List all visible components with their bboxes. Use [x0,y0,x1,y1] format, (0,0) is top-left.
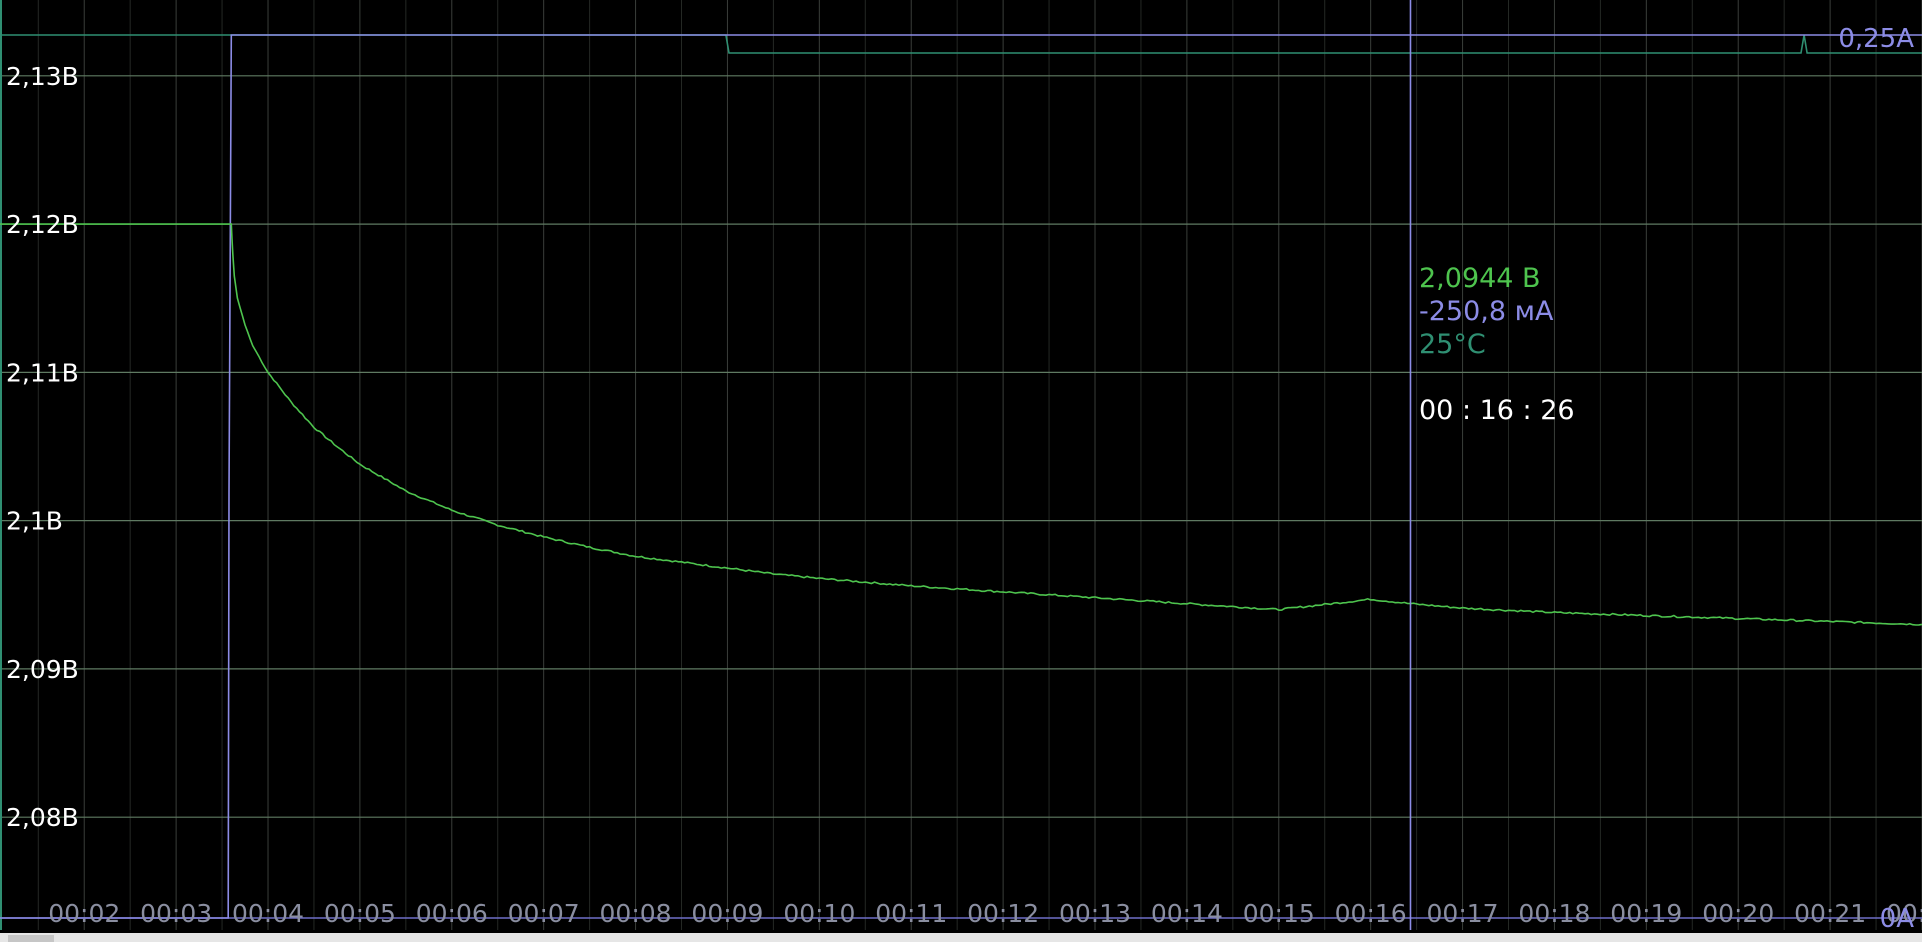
x-tick-label: 00:14 [1151,899,1223,928]
y-tick-label: 2,09В [6,655,79,684]
x-tick-label: 00:19 [1610,899,1682,928]
x-tick-label: 00:03 [140,899,212,928]
x-tick-label: 00:11 [875,899,947,928]
horizontal-scrollbar[interactable] [0,933,1922,942]
current-axis-bottom-label: 0А [1880,904,1915,934]
chart-background [0,0,1922,942]
x-tick-label: 00:07 [508,899,580,928]
readout-temperature: 25°C [1419,329,1486,360]
x-tick-label: 00:17 [1427,899,1499,928]
x-tick-label: 00:09 [691,899,763,928]
x-tick-label: 00:02 [48,899,120,928]
x-tick-label: 00:12 [967,899,1039,928]
x-tick-label: 00:06 [416,899,488,928]
y-tick-label: 2,12В [6,210,79,239]
x-tick-label: 00:16 [1335,899,1407,928]
x-tick-label: 00:13 [1059,899,1131,928]
readout-voltage: 2,0944 В [1419,263,1541,294]
x-tick-label: 00:18 [1518,899,1590,928]
readout-current: -250,8 мА [1419,296,1554,327]
x-axis-ticks: 00:02 00:03 00:04 00:05 00:06 00:07 00:08 00:09… [48,899,1922,928]
y-tick-label: 2,08В [6,803,79,832]
x-tick-label: 00:08 [600,899,672,928]
x-tick-label: 00:15 [1243,899,1315,928]
y-tick-label: 2,1В [6,507,63,536]
x-tick-label: 00:20 [1702,899,1774,928]
readout-time: 00 : 16 : 26 [1419,395,1575,426]
y-tick-label: 2,11В [6,358,79,387]
cursor-readout: 2,0944 В -250,8 мА 25°C 00 : 16 : 26 [1419,262,1575,427]
x-tick-label: 00:04 [232,899,304,928]
current-axis-top-label: 0,25А [1838,24,1914,54]
chart-plot-area[interactable]: 00:02 00:03 00:04 00:05 00:06 00:07 00:08 00:09… [0,0,1922,942]
x-tick-label: 00:21 [1794,899,1866,928]
y-tick-label: 2,13В [6,62,79,91]
scrollbar-thumb[interactable] [8,935,54,942]
x-tick-label: 00:10 [783,899,855,928]
x-tick-label: 00:05 [324,899,396,928]
